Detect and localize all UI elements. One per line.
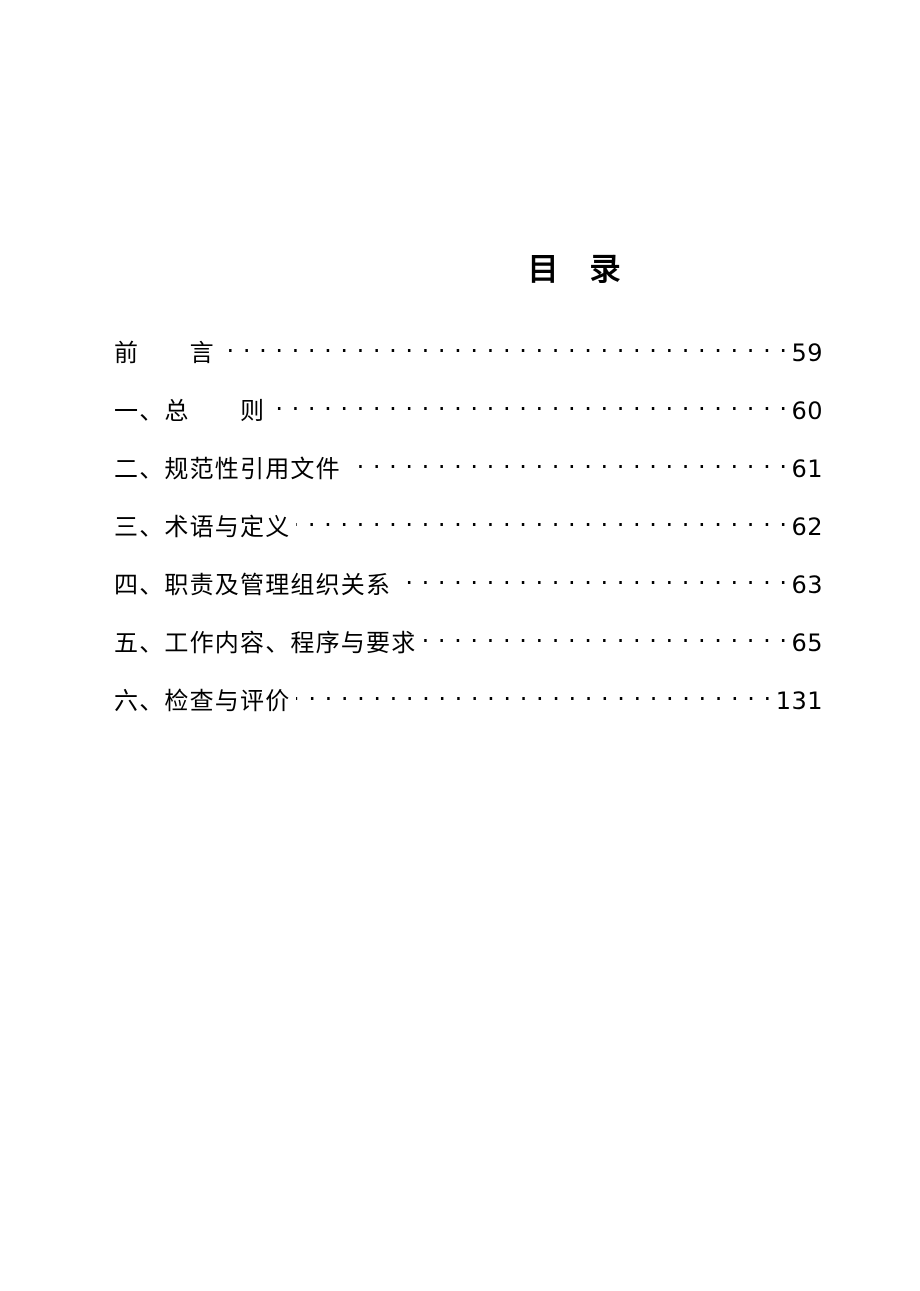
toc-entry-label: 五、工作内容、程序与要求 xyxy=(114,629,417,657)
toc-entry-page-number: 60 xyxy=(791,397,823,425)
toc-entry[interactable]: 三、术语与定义 62 xyxy=(114,510,823,568)
toc-dot-leader xyxy=(296,685,771,709)
toc-entry-label: 前 言 xyxy=(114,339,215,367)
toc-entry-label: 二、规范性引用文件 xyxy=(114,455,341,483)
toc-entry-page-number: 63 xyxy=(791,571,823,599)
toc-entry[interactable]: 四、职责及管理组织关系 63 xyxy=(114,568,823,626)
toc-entry-page-number: 65 xyxy=(791,629,823,657)
table-of-contents: 前 言 59 一、总 则 60 二、规范性引用文件 61 三、术语与定义 62 … xyxy=(114,336,823,742)
toc-dot-leader xyxy=(221,337,788,361)
toc-entry[interactable]: 六、检查与评价 131 xyxy=(114,684,823,742)
toc-dot-leader xyxy=(296,511,787,535)
toc-dot-leader xyxy=(397,569,787,593)
toc-entry-page-number: 59 xyxy=(791,339,823,367)
toc-entry-label: 六、检查与评价 xyxy=(114,687,291,715)
toc-entry[interactable]: 二、规范性引用文件 61 xyxy=(114,452,823,510)
toc-dot-leader xyxy=(271,395,787,419)
toc-entry[interactable]: 前 言 59 xyxy=(114,336,823,394)
page-title: 目 录 xyxy=(527,252,621,288)
toc-entry-page-number: 131 xyxy=(775,687,823,715)
toc-entry[interactable]: 一、总 则 60 xyxy=(114,394,823,452)
toc-entry-label: 四、职责及管理组织关系 xyxy=(114,571,392,599)
toc-entry-page-number: 61 xyxy=(791,455,823,483)
toc-entry-page-number: 62 xyxy=(791,513,823,541)
toc-entry-label: 三、术语与定义 xyxy=(114,513,291,541)
toc-dot-leader xyxy=(422,627,787,651)
toc-entry[interactable]: 五、工作内容、程序与要求 65 xyxy=(114,626,823,684)
document-page: 目 录 前 言 59 一、总 则 60 二、规范性引用文件 61 三、术语与定义… xyxy=(0,0,920,1291)
toc-dot-leader xyxy=(347,453,788,477)
toc-entry-label: 一、总 则 xyxy=(114,397,266,425)
